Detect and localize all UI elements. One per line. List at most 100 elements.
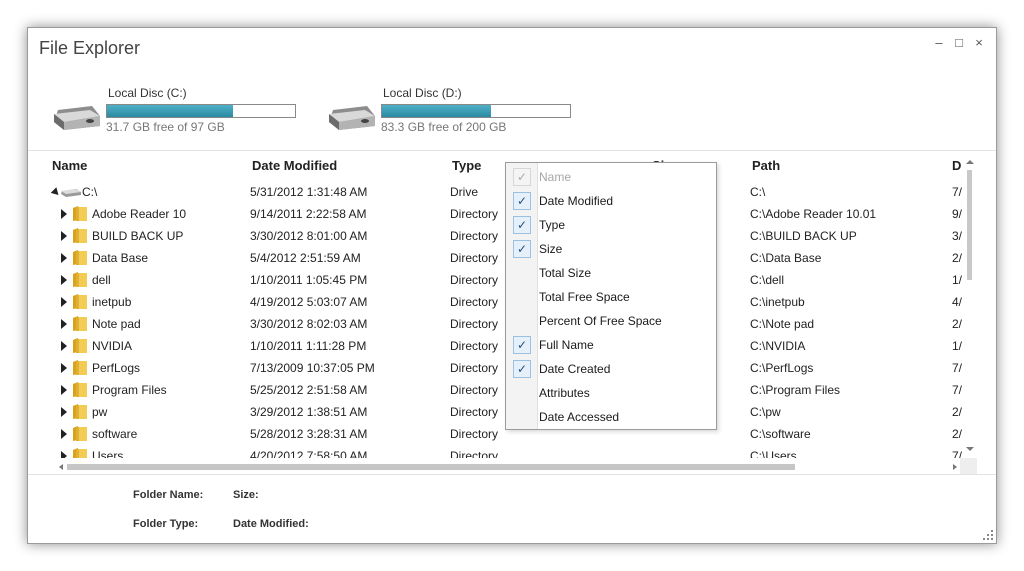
column-chooser-menu: ✓ Name ✓ Date Modified ✓ Type ✓ Size Total Size T… [505,162,717,430]
expand-arrow-icon[interactable] [61,319,67,329]
drive-c[interactable]: Local Disc (C:) 31.7 GB free of 97 GB [52,84,296,144]
row-date-created: 7/ [952,361,963,375]
row-name: C:\ [82,185,98,199]
folder-icon [73,294,87,309]
column-header-path[interactable]: Path [752,158,780,173]
row-name: dell [92,273,111,287]
drive-usage-bar [106,104,296,118]
menu-item-label: Date Accessed [539,410,620,424]
row-name: NVIDIA [92,339,133,353]
folder-icon [73,404,87,419]
scroll-up-icon[interactable] [964,158,976,166]
menu-item-name: ✓ Name [506,165,716,189]
row-name: BUILD BACK UP [92,229,184,243]
vertical-scrollbar[interactable] [963,158,975,463]
hard-drive-icon [329,106,375,130]
checkmark-icon: ✓ [513,360,531,378]
expand-arrow-icon[interactable] [61,297,67,307]
scroll-right-icon[interactable] [951,462,959,472]
row-date-modified: 5/28/2012 3:28:31 AM [250,427,368,441]
row-name: Data Base [92,251,149,265]
row-type: Directory [450,317,499,331]
expand-arrow-icon[interactable] [61,231,67,241]
menu-item-label: Date Modified [539,194,614,208]
column-header-date-created[interactable]: D [952,158,961,173]
row-date-created: 3/ [952,229,963,243]
folder-icon [73,382,87,397]
column-header-type[interactable]: Type [452,158,481,173]
expand-arrow-icon[interactable] [61,209,67,219]
row-type: Directory [450,207,499,221]
checkmark-icon: ✓ [513,240,531,258]
folder-type-label: Folder Type: [133,518,199,530]
folder-icon [73,360,87,375]
folder-icon [73,426,87,441]
column-header-name[interactable]: Name [52,158,87,173]
vertical-scroll-thumb[interactable] [967,170,972,280]
row-type: Directory [450,251,499,265]
divider [28,474,996,475]
horizontal-scroll-thumb[interactable] [67,464,795,470]
scroll-down-icon[interactable] [964,445,976,453]
drive-d[interactable]: Local Disc (D:) 83.3 GB free of 200 GB [327,84,571,144]
row-date-created: 7/ [952,185,963,199]
folder-icon [73,272,87,287]
expand-arrow-icon[interactable] [61,275,67,285]
row-name: Users [92,449,124,458]
menu-item-attributes[interactable]: Attributes [506,381,716,405]
row-path: C:\Note pad [750,317,815,331]
row-name: pw [92,405,108,419]
drive-name: Local Disc (C:) [108,86,187,100]
checkmark-icon: ✓ [513,192,531,210]
row-type: Directory [450,383,499,397]
row-date-created: 2/ [952,405,963,419]
expand-arrow-icon[interactable] [61,363,67,373]
menu-item-size[interactable]: ✓ Size [506,237,716,261]
size-label: Size: [233,489,259,501]
menu-item-date-accessed[interactable]: Date Accessed [506,405,716,429]
menu-item-label: Size [539,242,563,256]
menu-item-type[interactable]: ✓ Type [506,213,716,237]
menu-item-label: Attributes [539,386,590,400]
expand-arrow-icon[interactable] [61,407,67,417]
row-name: Adobe Reader 10 [92,207,187,221]
menu-item-total-size[interactable]: Total Size [506,261,716,285]
table-row[interactable]: Users 4/20/2012 7:58:50 AM Directory C:\Use… [48,445,973,458]
row-type: Directory [450,427,499,441]
hard-drive-icon [61,189,81,197]
checkmark-icon: ✓ [513,336,531,354]
folder-icon [73,228,87,243]
expand-arrow-icon[interactable] [61,253,67,263]
menu-item-percent-of-free-space[interactable]: Percent Of Free Space [506,309,716,333]
horizontal-scrollbar[interactable] [59,462,963,472]
expand-arrow-icon[interactable] [61,451,67,458]
menu-item-date-modified[interactable]: ✓ Date Modified [506,189,716,213]
expand-arrow-icon[interactable] [61,385,67,395]
resize-grip-icon[interactable] [982,529,994,541]
folder-name-label: Folder Name: [133,489,204,501]
row-date-created: 1/ [952,273,963,287]
row-date-modified: 3/29/2012 1:38:51 AM [250,405,368,419]
expand-arrow-icon[interactable] [61,341,67,351]
drive-usage-bar [381,104,571,118]
maximize-button[interactable]: □ [952,35,966,50]
row-type: Directory [450,361,499,375]
close-button[interactable]: × [972,35,986,50]
menu-item-date-created[interactable]: ✓ Date Created [506,357,716,381]
folder-icon [73,316,87,331]
date-modified-label: Date Modified: [233,518,309,530]
menu-item-total-free-space[interactable]: Total Free Space [506,285,716,309]
column-header-date-modified[interactable]: Date Modified [252,158,337,173]
row-date-created: 4/ [952,295,963,309]
minimize-button[interactable]: – [932,35,946,50]
row-date-created: 7/ [952,383,963,397]
row-name: inetpub [92,295,132,309]
menu-item-label: Type [539,218,566,232]
row-date-modified: 1/10/2011 1:05:45 PM [250,273,368,287]
menu-item-full-name[interactable]: ✓ Full Name [506,333,716,357]
row-path: C:\NVIDIA [750,339,806,353]
expand-arrow-icon[interactable] [61,429,67,439]
scroll-left-icon[interactable] [57,462,65,472]
row-path: C:\ [750,185,766,199]
row-date-modified: 9/14/2011 2:22:58 AM [250,207,367,221]
